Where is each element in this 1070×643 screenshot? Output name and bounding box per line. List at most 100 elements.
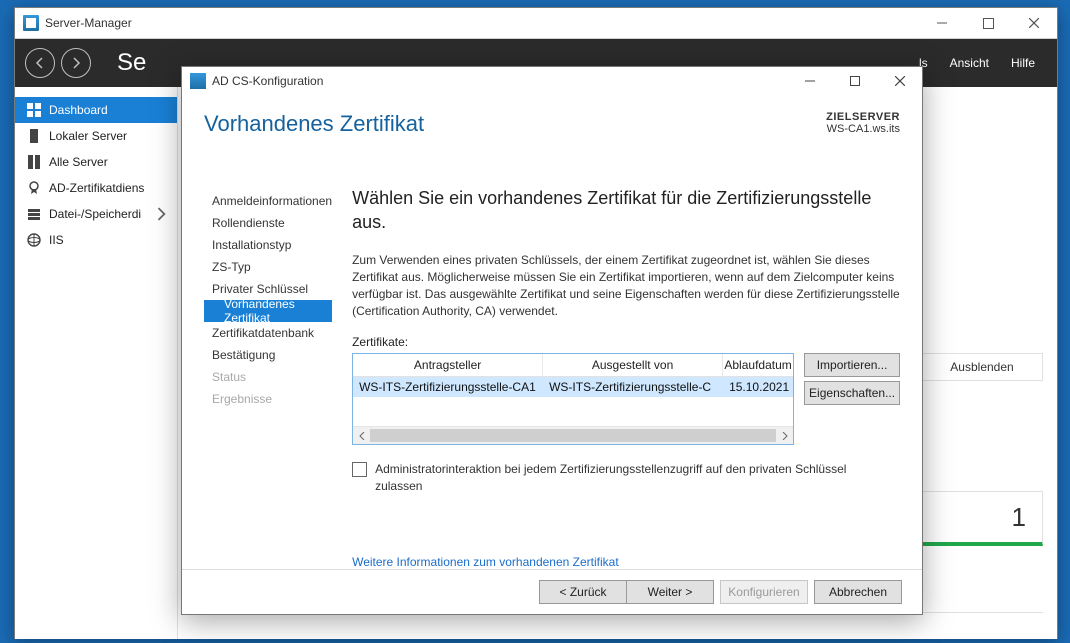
wizard-steps: Anmeldeinformationen Rollendienste Insta… xyxy=(204,186,332,569)
cert-row[interactable]: WS-ITS-Zertifizierungsstelle-CA1 WS-ITS-… xyxy=(353,377,793,397)
step-label: Vorhandenes Zertifikat xyxy=(224,297,332,325)
sidebar-item-label: Lokaler Server xyxy=(49,129,127,143)
step-confirmation[interactable]: Bestätigung xyxy=(204,344,332,366)
column-issuer[interactable]: Ausgestellt von xyxy=(543,354,723,376)
step-label: Installationstyp xyxy=(212,238,291,252)
menu-item-help[interactable]: Hilfe xyxy=(1011,56,1035,70)
hide-tile-button[interactable]: Ausblenden xyxy=(921,353,1043,381)
sidebar-item-ad-cert[interactable]: AD-Zertifikatdiens xyxy=(15,175,177,201)
role-count-tile[interactable]: 1 xyxy=(905,491,1043,546)
admin-interaction-checkbox[interactable] xyxy=(352,462,367,477)
cert-grid[interactable]: Antragsteller Ausgestellt von Ablaufdatu… xyxy=(352,353,794,445)
button-label: Abbrechen xyxy=(829,585,887,599)
maximize-button[interactable] xyxy=(965,8,1011,38)
dashboard-icon xyxy=(27,103,41,117)
sidebar-item-local-server[interactable]: Lokaler Server xyxy=(15,123,177,149)
cell-subject: WS-ITS-Zertifizierungsstelle-CA1 xyxy=(353,380,543,394)
step-label: Zertifikatdatenbank xyxy=(212,326,314,340)
nav-forward-button[interactable] xyxy=(61,48,91,78)
server-manager-window-controls xyxy=(919,8,1057,38)
cert-icon xyxy=(27,181,41,195)
step-label: Rollendienste xyxy=(212,216,285,230)
cert-area: Antragsteller Ausgestellt von Ablaufdatu… xyxy=(352,353,900,445)
step-label: Status xyxy=(212,370,246,384)
step-label: ZS-Typ xyxy=(212,260,251,274)
storage-icon xyxy=(27,207,41,221)
step-credentials[interactable]: Anmeldeinformationen xyxy=(204,190,332,212)
sidebar-item-iis[interactable]: IIS xyxy=(15,227,177,253)
step-label: Privater Schlüssel xyxy=(212,282,308,296)
dialog-maximize-button[interactable] xyxy=(832,67,877,95)
close-button[interactable] xyxy=(1011,8,1057,38)
cert-side-buttons: Importieren... Eigenschaften... xyxy=(804,353,900,405)
iis-icon xyxy=(27,233,41,247)
server-manager-window: Server-Manager Se ls Ansicht Hilfe xyxy=(14,7,1058,639)
sidebar-item-label: AD-Zertifikatdiens xyxy=(49,181,144,195)
server-manager-heading: Se xyxy=(117,49,146,77)
properties-button[interactable]: Eigenschaften... xyxy=(804,381,900,405)
configure-button: Konfigurieren xyxy=(720,580,808,604)
cell-issuer: WS-ITS-Zertifizierungsstelle-C xyxy=(543,380,723,394)
scroll-left-icon[interactable] xyxy=(353,427,370,444)
button-label: < Zurück xyxy=(559,585,606,599)
dialog-title: AD CS-Konfiguration xyxy=(212,74,323,88)
sidebar-item-all-servers[interactable]: Alle Server xyxy=(15,149,177,175)
pane-heading: Wählen Sie ein vorhandenes Zertifikat fü… xyxy=(352,186,900,235)
step-install-type[interactable]: Installationstyp xyxy=(204,234,332,256)
target-server-block: ZIELSERVER WS-CA1.ws.its xyxy=(826,111,900,135)
cert-list-label: Zertifikate: xyxy=(352,335,900,349)
back-button[interactable]: < Zurück xyxy=(539,580,626,604)
grid-horizontal-scrollbar[interactable] xyxy=(353,426,793,444)
admin-interaction-label: Administratorinteraktion bei jedem Zerti… xyxy=(375,461,855,495)
grid-header[interactable]: Antragsteller Ausgestellt von Ablaufdatu… xyxy=(353,354,793,377)
dialog-minimize-button[interactable] xyxy=(787,67,832,95)
grid-spacer xyxy=(353,397,793,426)
next-button[interactable]: Weiter > xyxy=(626,580,714,604)
dialog-close-button[interactable] xyxy=(877,67,922,95)
step-existing-cert[interactable]: Vorhandenes Zertifikat xyxy=(204,300,332,322)
pane-description: Zum Verwenden eines privaten Schlüssels,… xyxy=(352,252,900,319)
sidebar-item-dashboard[interactable]: Dashboard xyxy=(15,97,177,123)
dialog-content: Anmeldeinformationen Rollendienste Insta… xyxy=(182,186,922,569)
sidebar-item-label: IIS xyxy=(49,233,64,247)
sidebar-item-label: Dashboard xyxy=(49,103,108,117)
import-button[interactable]: Importieren... xyxy=(804,353,900,377)
dialog-window-controls xyxy=(787,67,922,95)
server-manager-titlebar[interactable]: Server-Manager xyxy=(15,8,1057,39)
dialog-header: Vorhandenes Zertifikat ZIELSERVER WS-CA1… xyxy=(182,97,922,186)
column-expiry[interactable]: Ablaufdatum xyxy=(723,354,793,376)
nav-back-button[interactable] xyxy=(25,48,55,78)
servers-icon xyxy=(27,155,41,169)
role-count-value: 1 xyxy=(1012,502,1026,533)
server-manager-icon xyxy=(23,15,39,31)
column-subject[interactable]: Antragsteller xyxy=(353,354,543,376)
wizard-pane: Wählen Sie ein vorhandenes Zertifikat fü… xyxy=(332,186,900,569)
button-label: Importieren... xyxy=(817,358,888,372)
more-info-link[interactable]: Weitere Informationen zum vorhandenen Ze… xyxy=(352,555,619,569)
bottom-divider xyxy=(378,612,1043,635)
server-manager-sidebar: Dashboard Lokaler Server Alle Server AD-… xyxy=(15,87,178,639)
step-status: Status xyxy=(204,366,332,388)
nav-button-pair: < Zurück Weiter > xyxy=(539,580,714,604)
server-manager-menu: ls Ansicht Hilfe xyxy=(919,56,1047,70)
target-value: WS-CA1.ws.its xyxy=(827,123,900,135)
step-cert-db[interactable]: Zertifikatdatenbank xyxy=(204,322,332,344)
link-text: Weitere Informationen zum vorhandenen Ze… xyxy=(352,555,619,569)
cancel-button[interactable]: Abbrechen xyxy=(814,580,902,604)
sidebar-item-file-storage[interactable]: Datei-/Speicherdi xyxy=(15,201,177,227)
step-label: Anmeldeinformationen xyxy=(212,194,332,208)
dialog-titlebar[interactable]: AD CS-Konfiguration xyxy=(182,67,922,97)
step-role-services[interactable]: Rollendienste xyxy=(204,212,332,234)
step-ca-type[interactable]: ZS-Typ xyxy=(204,256,332,278)
dialog-header-title: Vorhandenes Zertifikat xyxy=(204,111,424,137)
menu-item-view[interactable]: Ansicht xyxy=(950,56,989,70)
target-label: ZIELSERVER xyxy=(826,111,900,123)
server-manager-title: Server-Manager xyxy=(45,16,132,30)
step-label: Ergebnisse xyxy=(212,392,272,406)
button-label: Weiter > xyxy=(648,585,693,599)
cell-expiry: 15.10.2021 xyxy=(723,380,793,394)
scroll-right-icon[interactable] xyxy=(776,427,793,444)
minimize-button[interactable] xyxy=(919,8,965,38)
scroll-thumb[interactable] xyxy=(370,429,776,442)
server-icon xyxy=(27,129,41,143)
